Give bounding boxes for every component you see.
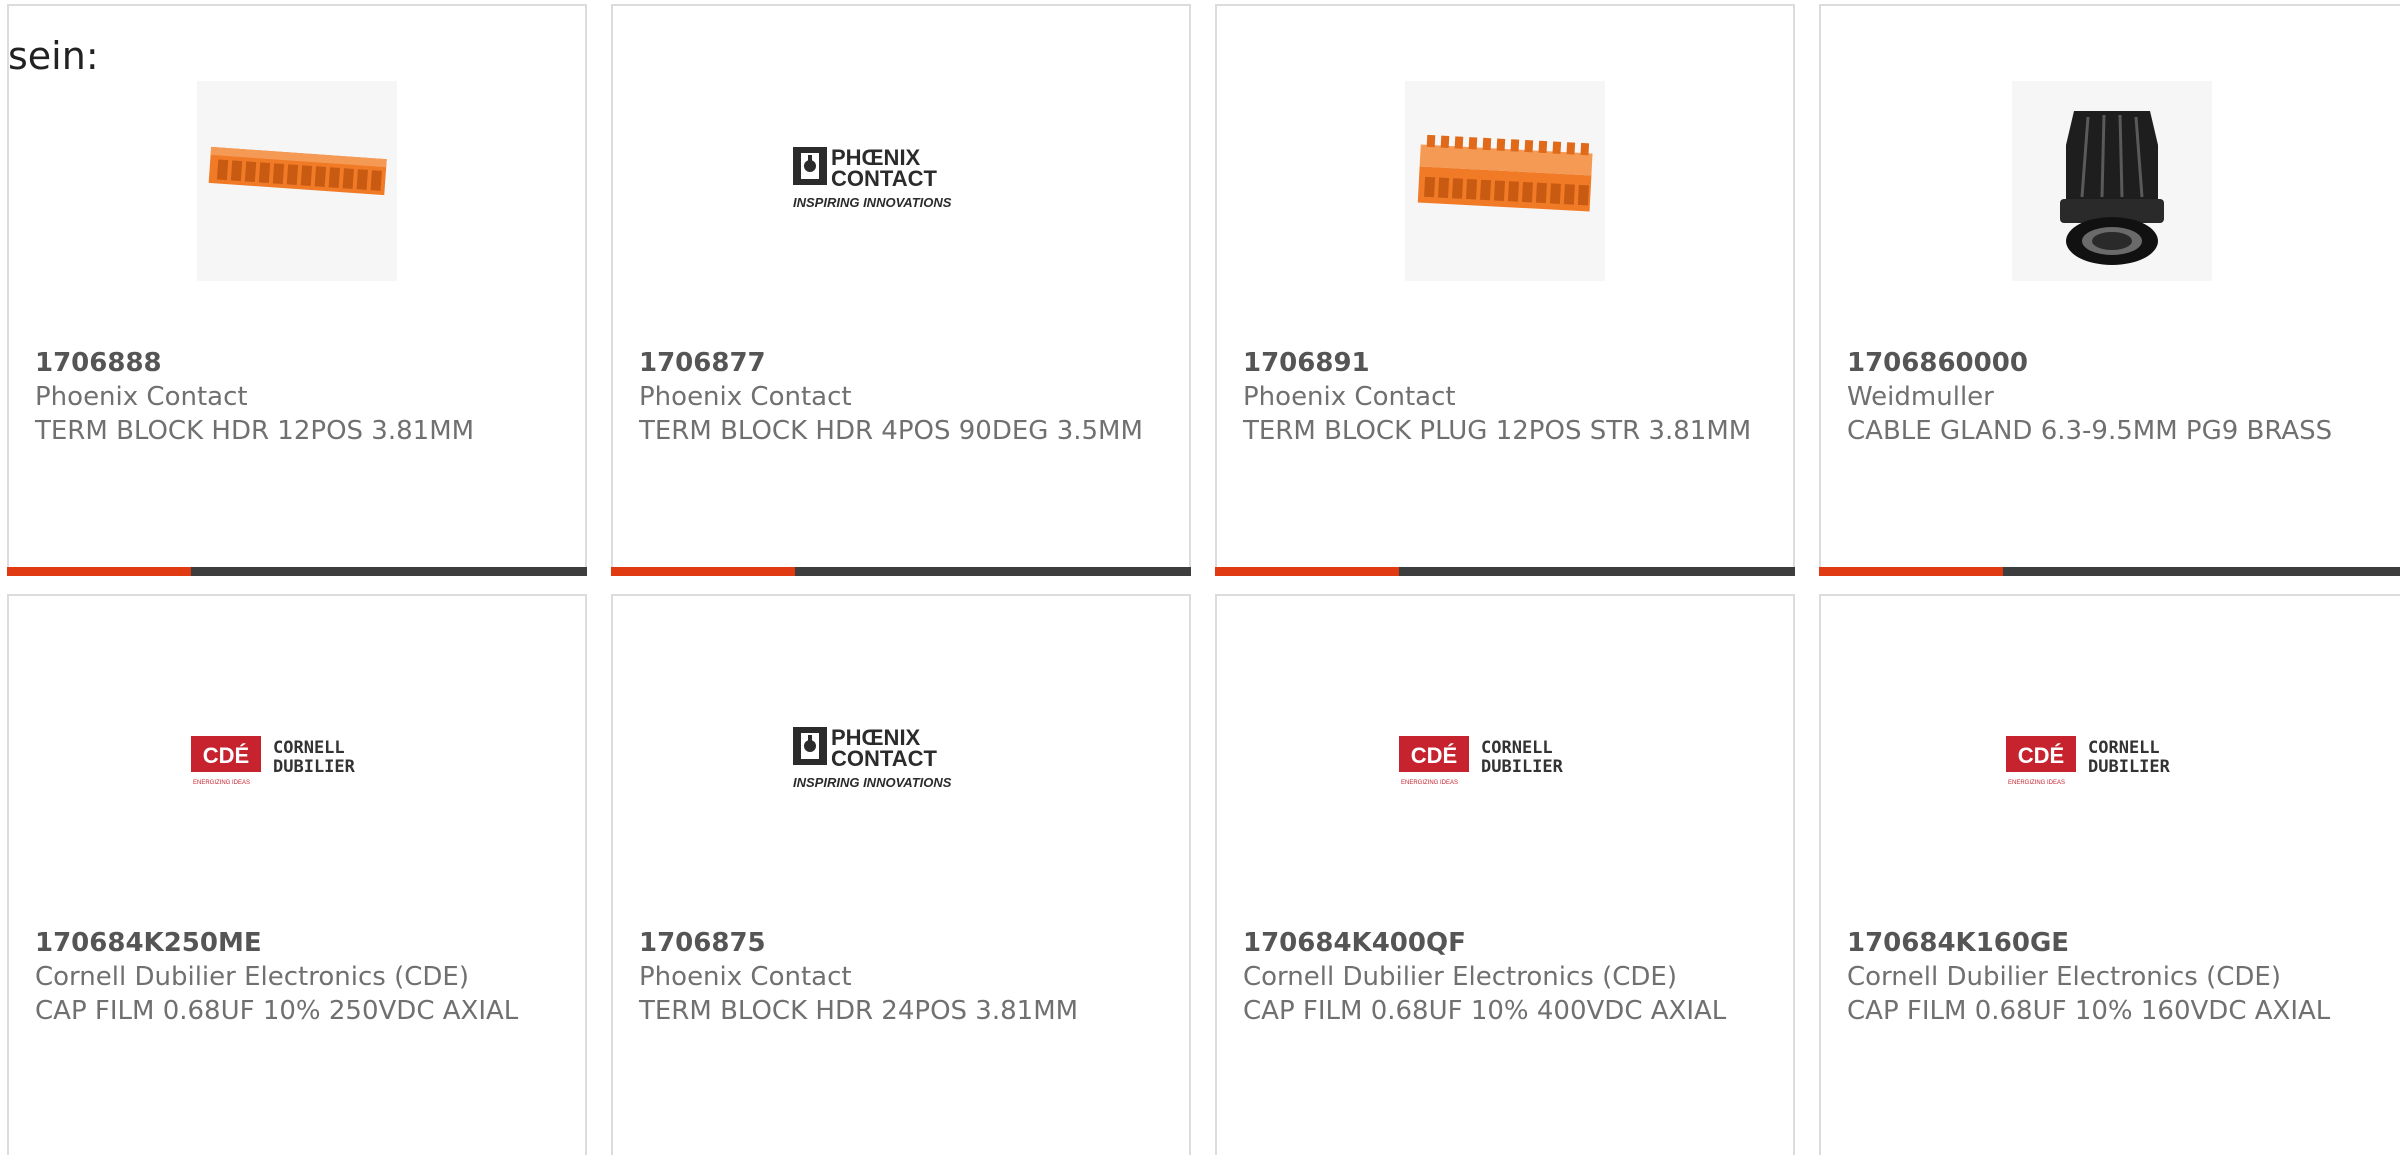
product-info: 170684K250ME Cornell Dubilier Electronic… [35, 926, 565, 1028]
product-image[interactable]: PHŒNIX CONTACT INSPIRING INNOVATIONS [613, 646, 1189, 876]
product-card[interactable]: CDÉ CORNELL DUBILIER ENERGIZING IDEAS 17… [1819, 594, 2400, 1155]
card-bottom-bar [7, 567, 587, 576]
svg-text:CDÉ: CDÉ [2018, 743, 2064, 768]
manufacturer-name: Cornell Dubilier Electronics (CDE) [1243, 962, 1677, 992]
part-number-link[interactable]: 170684K250ME [35, 926, 565, 960]
product-card[interactable]: CDÉ CORNELL DUBILIER ENERGIZING IDEAS 17… [1215, 594, 1795, 1155]
part-number-link[interactable]: 1706860000 [1847, 346, 2383, 380]
product-image[interactable]: PHŒNIX CONTACT INSPIRING INNOVATIONS [613, 66, 1189, 296]
product-image[interactable] [1217, 66, 1793, 296]
part-number-link[interactable]: 1706888 [35, 346, 565, 380]
svg-text:CONTACT: CONTACT [831, 166, 937, 191]
product-description: TERM BLOCK HDR 24POS 3.81MM [639, 996, 1079, 1026]
intro-text: sein: [8, 34, 99, 78]
orange-header-terminal-block-image [197, 81, 397, 281]
product-description: TERM BLOCK HDR 12POS 3.81MM [35, 416, 475, 446]
svg-text:CDÉ: CDÉ [1411, 743, 1457, 768]
product-info: 1706891 Phoenix Contact TERM BLOCK PLUG … [1243, 346, 1773, 448]
product-description: CABLE GLAND 6.3-9.5MM PG9 BRASS [1847, 416, 2333, 446]
product-info: 1706888 Phoenix Contact TERM BLOCK HDR 1… [35, 346, 565, 448]
svg-text:DUBILIER: DUBILIER [2088, 757, 2171, 777]
product-description: CAP FILM 0.68UF 10% 400VDC AXIAL [1243, 996, 1727, 1026]
product-image[interactable]: CDÉ CORNELL DUBILIER ENERGIZING IDEAS [9, 646, 585, 876]
part-number-link[interactable]: 1706875 [639, 926, 1169, 960]
product-image[interactable] [9, 66, 585, 296]
manufacturer-name: Cornell Dubilier Electronics (CDE) [1847, 962, 2281, 992]
part-number-link[interactable]: 1706891 [1243, 346, 1773, 380]
product-card[interactable]: 1706891 Phoenix Contact TERM BLOCK PLUG … [1215, 4, 1795, 576]
svg-text:DUBILIER: DUBILIER [1481, 757, 1564, 777]
product-card[interactable]: 1706860000 Weidmuller CABLE GLAND 6.3-9.… [1819, 4, 2400, 576]
black-cable-gland-image [2012, 81, 2212, 281]
manufacturer-name: Weidmuller [1847, 382, 1994, 412]
product-info: 170684K160GE Cornell Dubilier Electronic… [1847, 926, 2383, 1028]
svg-text:DUBILIER: DUBILIER [273, 757, 356, 777]
phoenix-contact-logo: PHŒNIX CONTACT INSPIRING INNOVATIONS [793, 145, 952, 210]
part-number-link[interactable]: 1706877 [639, 346, 1169, 380]
product-card[interactable]: 1706888 Phoenix Contact TERM BLOCK HDR 1… [7, 4, 587, 576]
manufacturer-name: Phoenix Contact [35, 382, 248, 412]
product-description: CAP FILM 0.68UF 10% 250VDC AXIAL [35, 996, 519, 1026]
manufacturer-name: Phoenix Contact [1243, 382, 1456, 412]
product-image[interactable] [1821, 66, 2400, 296]
product-card[interactable]: PHŒNIX CONTACT INSPIRING INNOVATIONS 170… [611, 594, 1191, 1155]
svg-text:CORNELL: CORNELL [273, 738, 345, 758]
svg-text:ENERGIZING IDEAS: ENERGIZING IDEAS [2008, 780, 2065, 786]
cde-logo: CDÉ CORNELL DUBILIER ENERGIZING IDEAS [2006, 736, 2171, 786]
svg-text:ENERGIZING IDEAS: ENERGIZING IDEAS [1401, 780, 1458, 786]
product-image[interactable]: CDÉ CORNELL DUBILIER ENERGIZING IDEAS [1217, 646, 1793, 876]
card-bottom-bar [1215, 567, 1795, 576]
svg-text:CORNELL: CORNELL [1481, 738, 1553, 758]
manufacturer-name: Cornell Dubilier Electronics (CDE) [35, 962, 469, 992]
product-description: TERM BLOCK PLUG 12POS STR 3.81MM [1243, 416, 1752, 446]
product-description: CAP FILM 0.68UF 10% 160VDC AXIAL [1847, 996, 2331, 1026]
svg-text:INSPIRING INNOVATIONS: INSPIRING INNOVATIONS [793, 195, 952, 210]
svg-text:CORNELL: CORNELL [2088, 738, 2160, 758]
manufacturer-name: Phoenix Contact [639, 382, 852, 412]
cde-logo: CDÉ CORNELL DUBILIER ENERGIZING IDEAS [1399, 736, 1564, 786]
part-number-link[interactable]: 170684K400QF [1243, 926, 1773, 960]
svg-text:CONTACT: CONTACT [831, 746, 937, 771]
svg-text:CDÉ: CDÉ [203, 743, 249, 768]
card-bottom-bar [1819, 567, 2400, 576]
card-bottom-bar [611, 567, 1191, 576]
phoenix-contact-logo: PHŒNIX CONTACT INSPIRING INNOVATIONS [793, 725, 952, 790]
part-number-link[interactable]: 170684K160GE [1847, 926, 2383, 960]
manufacturer-name: Phoenix Contact [639, 962, 852, 992]
product-info: 1706877 Phoenix Contact TERM BLOCK HDR 4… [639, 346, 1169, 448]
svg-text:ENERGIZING IDEAS: ENERGIZING IDEAS [193, 780, 250, 786]
cde-logo: CDÉ CORNELL DUBILIER ENERGIZING IDEAS [191, 736, 356, 786]
product-grid-page: sein: 1706888 Phoenix Contact TERM BLOCK… [0, 0, 2400, 1155]
product-card[interactable]: PHŒNIX CONTACT INSPIRING INNOVATIONS 170… [611, 4, 1191, 576]
svg-text:INSPIRING INNOVATIONS: INSPIRING INNOVATIONS [793, 775, 952, 790]
product-image[interactable]: CDÉ CORNELL DUBILIER ENERGIZING IDEAS [1821, 646, 2400, 876]
product-info: 1706875 Phoenix Contact TERM BLOCK HDR 2… [639, 926, 1169, 1028]
product-description: TERM BLOCK HDR 4POS 90DEG 3.5MM [639, 416, 1143, 446]
product-card[interactable]: CDÉ CORNELL DUBILIER ENERGIZING IDEAS 17… [7, 594, 587, 1155]
product-info: 1706860000 Weidmuller CABLE GLAND 6.3-9.… [1847, 346, 2383, 448]
orange-plug-terminal-block-image [1405, 81, 1605, 281]
product-info: 170684K400QF Cornell Dubilier Electronic… [1243, 926, 1773, 1028]
